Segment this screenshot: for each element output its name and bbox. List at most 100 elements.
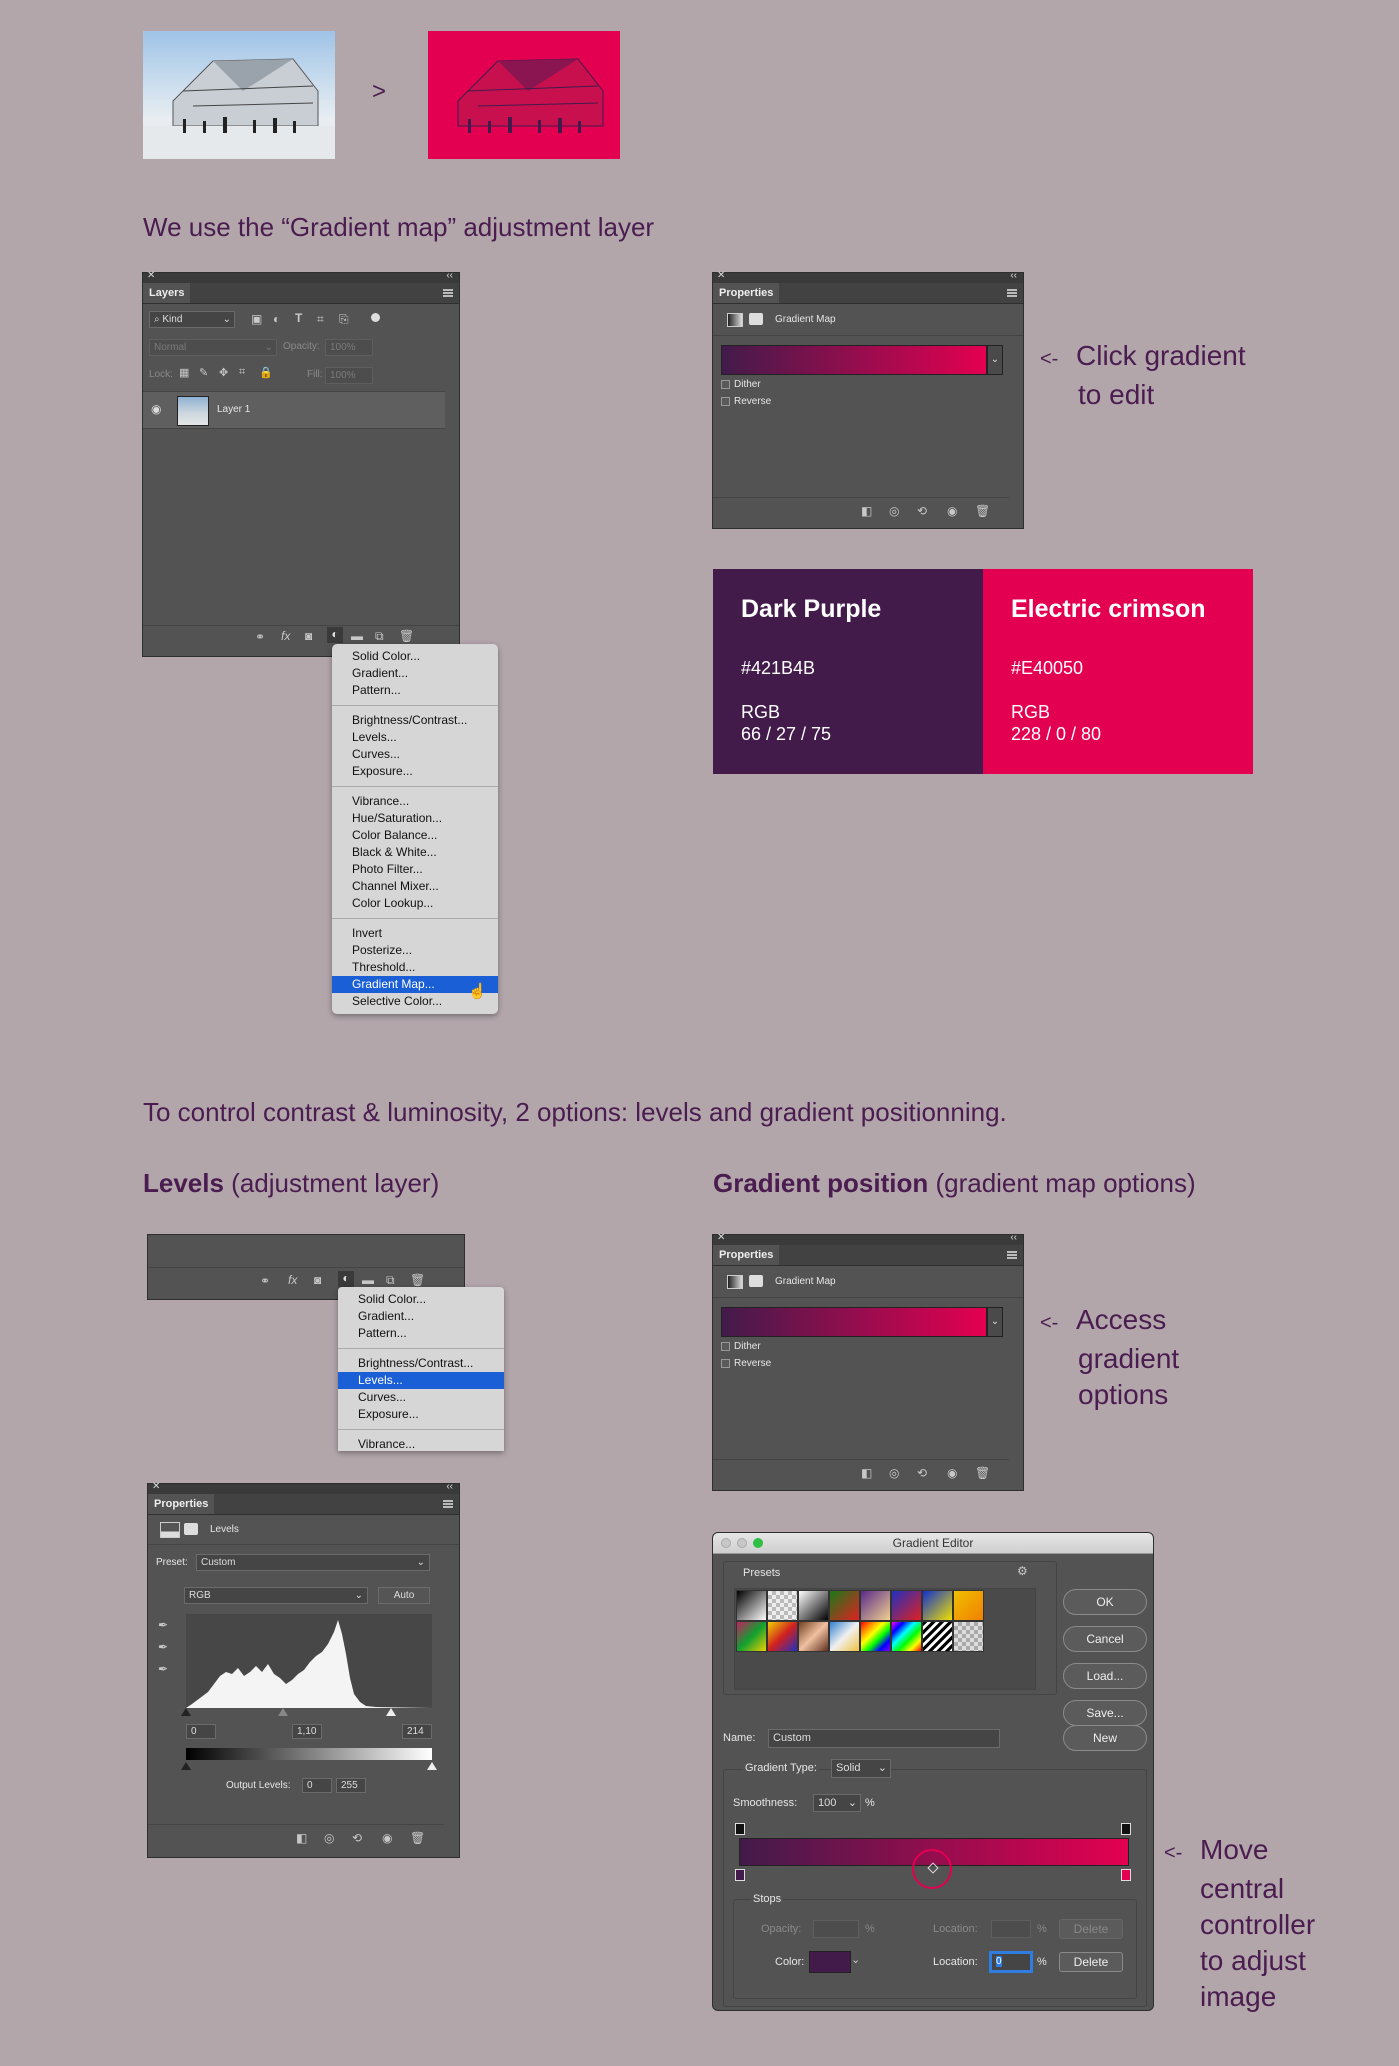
black-eyedropper-icon[interactable]: ✒ [158,1618,168,1632]
smoothness-field[interactable]: 100 ⌄ [813,1794,861,1812]
add-mask-icon[interactable]: ◙ [314,1273,321,1287]
channel-select[interactable]: RGB ⌄ [184,1587,368,1604]
opacity-stop-right[interactable] [1121,1823,1131,1835]
adjustment-layer-icon[interactable]: ◐ [327,627,343,643]
dither-checkbox[interactable]: Dither [721,1341,761,1352]
menu-item[interactable]: Levels... [338,1372,504,1389]
shape-filter-icon[interactable]: ⌗ [317,312,324,327]
trash-icon[interactable]: 🗑 [399,629,414,643]
trash-icon[interactable]: 🗑 [975,504,990,518]
menu-item[interactable]: Exposure... [338,1406,504,1423]
trash-icon[interactable]: 🗑 [410,1273,425,1287]
view-previous-icon[interactable]: ◎ [324,1831,334,1845]
load-button[interactable]: Load... [1063,1663,1147,1689]
lock-all-icon[interactable]: 🔒 [259,366,273,379]
panel-menu-icon[interactable] [1007,289,1017,297]
menu-item[interactable]: Channel Mixer... [332,878,498,895]
trash-icon[interactable]: 🗑 [410,1831,425,1845]
presets-gear-icon[interactable]: ⚙ [1017,1564,1028,1578]
tab-properties[interactable]: Properties [713,283,780,303]
menu-item[interactable]: Threshold... [332,959,498,976]
reverse-checkbox[interactable]: Reverse [721,396,771,407]
reset-icon[interactable]: ⟲ [917,504,927,518]
stop-color-dropdown-icon[interactable]: ⌄ [851,1953,860,1966]
panel-menu-icon[interactable] [443,1500,453,1508]
cancel-button[interactable]: Cancel [1063,1626,1147,1652]
color-stop-right[interactable] [1121,1869,1131,1881]
menu-item[interactable]: Posterize... [332,942,498,959]
menu-item[interactable]: Levels... [332,729,498,746]
save-button[interactable]: Save... [1063,1700,1147,1726]
collapse-icon[interactable]: ‹‹ [446,1481,453,1492]
smart-object-filter-icon[interactable]: ⎘ [339,312,349,327]
menu-item[interactable]: Brightness/Contrast... [338,1355,504,1372]
preset-swatch[interactable] [736,1621,767,1652]
filter-toggle-icon[interactable] [371,313,380,322]
menu-item[interactable]: Curves... [338,1389,504,1406]
dither-checkbox[interactable]: Dither [721,379,761,390]
toggle-visibility-icon[interactable]: ◉ [382,1831,392,1845]
gradient-preview-bar[interactable] [721,345,987,375]
close-icon[interactable]: ✕ [717,1232,725,1243]
menu-item[interactable]: Gradient... [332,665,498,682]
clip-to-layer-icon[interactable]: ◧ [861,1466,872,1480]
tab-properties[interactable]: Properties [148,1494,215,1514]
view-previous-icon[interactable]: ◎ [889,1466,899,1480]
color-delete-button[interactable]: Delete [1059,1952,1123,1972]
stop-opacity-field[interactable] [813,1920,859,1938]
toggle-visibility-icon[interactable]: ◉ [947,1466,957,1480]
preset-swatch[interactable] [767,1590,798,1621]
lock-position-icon[interactable]: ✥ [219,366,228,379]
preset-swatch[interactable] [860,1621,891,1652]
preset-swatch[interactable] [922,1621,953,1652]
output-white-field[interactable]: 255 [336,1778,366,1793]
input-gamma-field[interactable]: 1,10 [292,1724,322,1739]
preset-swatch[interactable] [860,1590,891,1621]
panel-menu-icon[interactable] [1007,1251,1017,1259]
new-layer-icon[interactable]: ⧉ [386,1273,395,1288]
lock-pixels-icon[interactable]: ✎ [199,366,208,379]
preset-select[interactable]: Custom ⌄ [196,1554,430,1571]
add-mask-icon[interactable]: ◙ [305,629,312,643]
close-icon[interactable]: ✕ [147,270,155,281]
menu-item[interactable]: Vibrance... [332,793,498,810]
gradient-dropdown-button[interactable]: ⌄ [987,1307,1003,1337]
output-black-slider[interactable] [181,1762,191,1770]
input-black-slider[interactable] [181,1708,191,1716]
preset-swatch[interactable] [798,1590,829,1621]
gray-eyedropper-icon[interactable]: ✒ [158,1640,168,1654]
stop-color-swatch[interactable] [809,1951,851,1973]
menu-item[interactable]: Hue/Saturation... [332,810,498,827]
name-field[interactable]: Custom [768,1729,1000,1748]
lock-artboard-icon[interactable]: ⌗ [239,366,245,379]
image-filter-icon[interactable]: ▣ [251,312,262,326]
clip-to-layer-icon[interactable]: ◧ [296,1831,307,1845]
opacity-stop-left[interactable] [735,1823,745,1835]
stop-opacity-location-field[interactable] [991,1920,1031,1938]
preset-swatch[interactable] [953,1590,984,1621]
menu-item[interactable]: Exposure... [332,763,498,780]
reset-icon[interactable]: ⟲ [917,1466,927,1480]
input-black-field[interactable]: 0 [186,1724,216,1739]
link-layers-icon[interactable]: ⚭ [260,1274,270,1288]
menu-item[interactable]: Solid Color... [338,1291,504,1308]
preset-swatch[interactable] [829,1590,860,1621]
menu-item[interactable]: Pattern... [332,682,498,699]
input-gamma-slider[interactable] [278,1708,288,1716]
group-folder-icon[interactable]: ▬ [351,629,363,643]
link-layers-icon[interactable]: ⚭ [255,630,265,644]
preset-swatch[interactable] [891,1590,922,1621]
collapse-icon[interactable]: ‹‹ [1010,270,1017,281]
output-black-field[interactable]: 0 [302,1778,332,1793]
opacity-delete-button[interactable]: Delete [1059,1919,1123,1939]
menu-item[interactable]: Invert [332,925,498,942]
preset-swatch[interactable] [736,1590,767,1621]
preset-swatch[interactable] [767,1621,798,1652]
tab-layers[interactable]: Layers [143,283,191,303]
collapse-icon[interactable]: ‹‹ [1010,1232,1017,1243]
adjustment-layer-icon[interactable]: ◐ [338,1271,354,1287]
fx-icon[interactable]: fx [281,629,290,643]
clip-to-layer-icon[interactable]: ◧ [861,504,872,518]
filter-kind-select[interactable]: ⌕ Kind ⌄ [149,311,235,328]
fill-field[interactable]: 100% [325,367,373,384]
